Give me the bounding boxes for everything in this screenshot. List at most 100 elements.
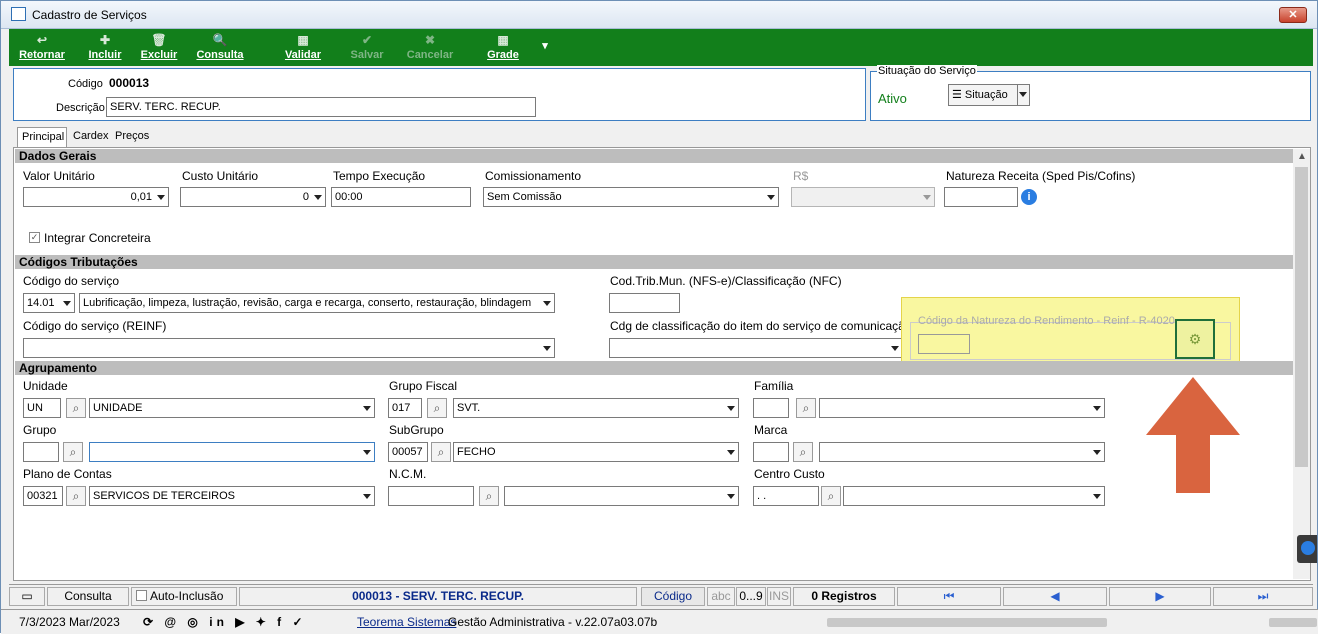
codigo-servico-num-select[interactable]: 14.01 bbox=[23, 293, 75, 313]
valor-unitario-input[interactable]: 0,01 bbox=[23, 187, 169, 207]
codigo-servico-desc-select[interactable]: Lubrificação, limpeza, lustração, revisã… bbox=[79, 293, 555, 313]
excluir-button[interactable]: 🗑 Excluir bbox=[137, 32, 181, 61]
consulta-button[interactable]: 🔍 Consulta bbox=[195, 32, 245, 61]
centro-custo-code-input[interactable]: . . bbox=[753, 486, 819, 506]
marca-label: Marca bbox=[754, 423, 788, 437]
incluir-label: Incluir bbox=[88, 49, 122, 61]
search-icon[interactable]: ⌕ bbox=[479, 486, 499, 506]
chevron-down-icon bbox=[543, 346, 551, 351]
section-agrupamento: Agrupamento bbox=[15, 361, 1293, 375]
grade-button[interactable]: ▦ Grade bbox=[483, 32, 523, 61]
search-icon[interactable]: ⌕ bbox=[66, 398, 86, 418]
validar-label: Validar bbox=[284, 49, 322, 61]
gear-icon[interactable]: ⚙ bbox=[1175, 319, 1215, 359]
unidade-code-input[interactable]: UN bbox=[23, 398, 61, 418]
tab-precos[interactable]: Preços bbox=[111, 127, 151, 146]
rs-select bbox=[791, 187, 935, 207]
tab-cardex[interactable]: Cardex bbox=[69, 127, 113, 146]
chevron-down-icon bbox=[543, 301, 551, 306]
excluir-label: Excluir bbox=[140, 49, 178, 61]
scroll-thumb[interactable] bbox=[1295, 167, 1308, 467]
familia-code-input[interactable] bbox=[753, 398, 789, 418]
descricao-label: Descrição bbox=[56, 102, 105, 114]
search-icon: 🔍 bbox=[212, 33, 228, 47]
info-icon[interactable]: i bbox=[1021, 189, 1037, 205]
tempo-execucao-label: Tempo Execução bbox=[333, 169, 426, 183]
blurred-company-name bbox=[827, 618, 1107, 627]
comissionamento-select[interactable]: Sem Comissão bbox=[483, 187, 779, 207]
subgrupo-desc: FECHO bbox=[457, 446, 496, 458]
ncm-input[interactable] bbox=[388, 486, 474, 506]
vertical-scrollbar[interactable]: ▲ bbox=[1293, 149, 1310, 579]
familia-label: Família bbox=[754, 379, 794, 393]
plano-select[interactable]: SERVICOS DE TERCEIROS bbox=[89, 486, 375, 506]
integrar-checkbox[interactable]: ✓ bbox=[29, 232, 40, 243]
scroll-up-icon[interactable]: ▲ bbox=[1297, 151, 1307, 162]
search-icon[interactable]: ⌕ bbox=[431, 442, 451, 462]
close-button[interactable]: ✕ bbox=[1279, 7, 1307, 23]
search-icon[interactable]: ⌕ bbox=[796, 398, 816, 418]
situacao-button[interactable]: ☰ Situação bbox=[948, 84, 1018, 106]
search-icon[interactable]: ⌕ bbox=[63, 442, 83, 462]
chevron-down-icon bbox=[314, 195, 322, 200]
grupo-select[interactable] bbox=[89, 442, 375, 462]
subgrupo-select[interactable]: FECHO bbox=[453, 442, 739, 462]
grupo-code-input[interactable] bbox=[23, 442, 59, 462]
natureza-rendimento-input[interactable] bbox=[918, 334, 970, 354]
title-bar: Cadastro de Serviços ✕ bbox=[1, 1, 1317, 29]
window-title: Cadastro de Serviços bbox=[32, 8, 147, 22]
salvar-button[interactable]: ✔ Salvar bbox=[347, 32, 387, 61]
social-icons[interactable]: ⟳ @ ◎ in ▶ ✦ f ✓ bbox=[143, 615, 307, 629]
section-dados-gerais: Dados Gerais bbox=[15, 149, 1293, 163]
custo-unitario-input[interactable]: 0 bbox=[180, 187, 326, 207]
search-icon[interactable]: ⌕ bbox=[427, 398, 447, 418]
ncm-label: N.C.M. bbox=[389, 467, 427, 481]
natureza-rendimento-label: Código da Natureza do Rendimento - Reinf… bbox=[918, 315, 1175, 327]
ncm-select[interactable] bbox=[504, 486, 739, 506]
auto-inclusao-label: Auto-Inclusão bbox=[150, 589, 224, 603]
centro-custo-label: Centro Custo bbox=[754, 467, 825, 481]
descricao-input[interactable]: SERV. TERC. RECUP. bbox=[106, 97, 536, 117]
side-panel-tab[interactable] bbox=[1297, 535, 1317, 563]
validar-button[interactable]: ▦ Validar bbox=[283, 32, 323, 61]
marca-code-input[interactable] bbox=[753, 442, 789, 462]
retornar-button[interactable]: ↩ Retornar bbox=[13, 32, 71, 61]
marca-select[interactable] bbox=[819, 442, 1105, 462]
centro-custo-select[interactable] bbox=[843, 486, 1105, 506]
company-link[interactable]: Teorema Sistemas bbox=[357, 615, 456, 629]
codtrib-input[interactable] bbox=[609, 293, 680, 313]
grupo-fiscal-label: Grupo Fiscal bbox=[389, 379, 458, 393]
familia-select[interactable] bbox=[819, 398, 1105, 418]
unidade-select[interactable]: UNIDADE bbox=[89, 398, 375, 418]
chevron-down-icon bbox=[923, 195, 931, 200]
add-icon: ✚ bbox=[99, 33, 111, 47]
grupo-fiscal-code-input[interactable]: 017 bbox=[388, 398, 422, 418]
incluir-button[interactable]: ✚ Incluir bbox=[85, 32, 125, 61]
natureza-receita-label: Natureza Receita (Sped Pis/Cofins) bbox=[946, 169, 1136, 183]
tempo-execucao-input[interactable]: 00:00 bbox=[331, 187, 471, 207]
toolbar-more-button[interactable]: ▾ bbox=[537, 39, 553, 52]
search-icon[interactable]: ⌕ bbox=[66, 486, 86, 506]
keyboard-icon[interactable]: ▭ bbox=[9, 587, 45, 606]
nav-prev-button[interactable]: ◀ bbox=[1003, 587, 1107, 606]
situacao-dropdown[interactable] bbox=[1017, 84, 1030, 106]
cancelar-button[interactable]: ✖ Cancelar bbox=[405, 32, 455, 61]
subgrupo-code-input[interactable]: 00057 bbox=[388, 442, 428, 462]
grupo-fiscal-select[interactable]: SVT. bbox=[453, 398, 739, 418]
auto-inclusao-checkbox[interactable]: Auto-Inclusão bbox=[131, 587, 237, 606]
tab-principal[interactable]: Principal bbox=[17, 127, 67, 147]
chevron-down-icon bbox=[1093, 406, 1101, 411]
current-record: 000013 - SERV. TERC. RECUP. bbox=[239, 587, 637, 606]
search-icon[interactable]: ⌕ bbox=[793, 442, 813, 462]
natureza-receita-input[interactable] bbox=[944, 187, 1018, 207]
plano-label: Plano de Contas bbox=[23, 467, 112, 481]
plano-code-input[interactable]: 00321 bbox=[23, 486, 63, 506]
footer-bar: 7/3/2023 Mar/2023 ⟳ @ ◎ in ▶ ✦ f ✓ Teore… bbox=[1, 609, 1318, 634]
nav-next-button[interactable]: ▶ bbox=[1109, 587, 1211, 606]
search-icon[interactable]: ⌕ bbox=[821, 486, 841, 506]
nav-last-button[interactable]: ⏭ bbox=[1213, 587, 1313, 606]
reinf-select[interactable] bbox=[23, 338, 555, 358]
cdg-comunicacao-select[interactable] bbox=[609, 338, 903, 358]
sort-codigo-button[interactable]: Código bbox=[641, 587, 705, 606]
nav-first-button[interactable]: ⏮ bbox=[897, 587, 1001, 606]
